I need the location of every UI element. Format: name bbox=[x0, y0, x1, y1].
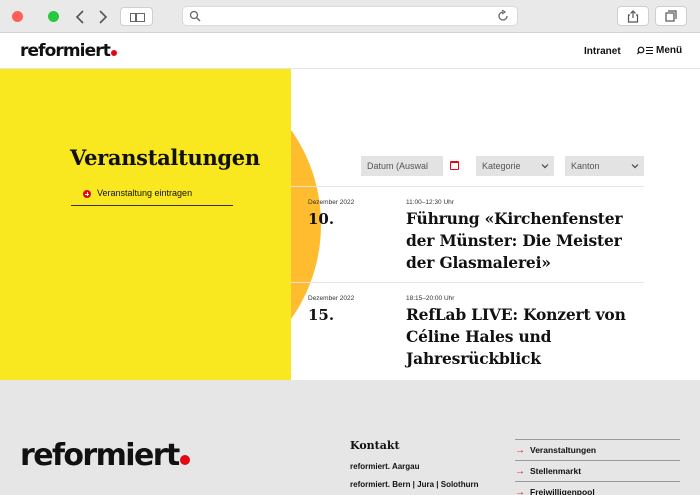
event-item[interactable]: Dezember 2022 15. 18:15–20:00 Uhr RefLab… bbox=[291, 283, 644, 380]
zoom-window-button[interactable] bbox=[48, 11, 59, 22]
menu-button[interactable]: Menü bbox=[637, 45, 682, 56]
contact-link-aargau[interactable]: reformiert. Aargau bbox=[350, 462, 420, 471]
close-window-button[interactable] bbox=[12, 11, 23, 22]
chevron-left-icon bbox=[75, 10, 84, 24]
footer-logo[interactable]: reformiert bbox=[20, 438, 190, 473]
sidebar-icon bbox=[130, 13, 145, 22]
share-icon bbox=[627, 9, 639, 23]
search-menu-icon bbox=[637, 46, 653, 55]
chevron-down-icon bbox=[541, 164, 549, 169]
event-item[interactable]: Dezember 2022 10. 11:00–12:30 Uhr Führun… bbox=[291, 187, 644, 283]
category-select[interactable]: Kategorie bbox=[476, 156, 554, 176]
event-day: 10. bbox=[308, 210, 335, 228]
category-select-label: Kategorie bbox=[482, 161, 521, 171]
share-button[interactable] bbox=[617, 6, 649, 26]
event-time: 11:00–12:30 Uhr bbox=[406, 199, 454, 206]
event-title[interactable]: RefLab LIVE: Konzert von Céline Hales un… bbox=[406, 304, 641, 370]
back-button[interactable] bbox=[71, 8, 89, 26]
address-bar[interactable] bbox=[182, 6, 518, 26]
arrow-right-icon: → bbox=[515, 465, 525, 477]
search-icon bbox=[189, 10, 201, 22]
footer-link-events[interactable]: → Veranstaltungen bbox=[515, 439, 680, 460]
add-event-label: Veranstaltung eintragen bbox=[97, 188, 193, 198]
tabs-overview-button[interactable] bbox=[655, 6, 687, 26]
sidebar-toggle-button[interactable] bbox=[120, 7, 153, 26]
contact-link-bern[interactable]: reformiert. Bern | Jura | Solothurn bbox=[350, 480, 479, 489]
footer-link-label: Freiwilligenpool bbox=[530, 487, 595, 495]
tabs-icon bbox=[665, 10, 677, 22]
arrow-right-icon: → bbox=[515, 486, 525, 495]
canton-select[interactable]: Kanton bbox=[565, 156, 644, 176]
event-month: Dezember 2022 bbox=[308, 295, 355, 302]
title-panel: Veranstaltungen Veranstaltung eintragen bbox=[0, 69, 291, 380]
footer-links: → Veranstaltungen → Stellenmarkt → Freiwill… bbox=[515, 439, 680, 495]
forward-button[interactable] bbox=[94, 8, 112, 26]
footer-logo-text: reformiert bbox=[20, 438, 180, 473]
calendar-icon[interactable] bbox=[450, 161, 459, 170]
canton-select-label: Kanton bbox=[571, 161, 600, 171]
event-time: 18:15–20:00 Uhr bbox=[406, 295, 455, 302]
add-event-link[interactable]: Veranstaltung eintragen bbox=[71, 188, 233, 206]
date-filter-placeholder: Datum (Auswal bbox=[367, 161, 429, 171]
date-filter-input[interactable]: Datum (Auswal bbox=[361, 156, 443, 176]
site-logo[interactable]: reformiert bbox=[20, 41, 117, 61]
event-day: 15. bbox=[308, 306, 335, 324]
footer-link-jobs[interactable]: → Stellenmarkt bbox=[515, 460, 680, 481]
footer-link-label: Stellenmarkt bbox=[530, 466, 582, 476]
reload-icon[interactable] bbox=[497, 10, 509, 22]
logo-text: reformiert bbox=[20, 41, 111, 61]
arrow-right-icon: → bbox=[515, 444, 525, 456]
intranet-link[interactable]: Intranet bbox=[584, 46, 621, 57]
footer-link-label: Veranstaltungen bbox=[530, 445, 597, 455]
event-month: Dezember 2022 bbox=[308, 199, 355, 206]
logo-dot bbox=[179, 455, 190, 465]
page-title: Veranstaltungen bbox=[70, 145, 260, 170]
chevron-right-icon bbox=[99, 10, 108, 24]
footer-link-volunteers[interactable]: → Freiwilligenpool bbox=[515, 481, 680, 495]
contact-title: Kontakt bbox=[350, 439, 400, 452]
plus-circle-icon bbox=[83, 190, 91, 198]
browser-toolbar bbox=[0, 0, 700, 380]
menu-label: Menü bbox=[656, 45, 683, 56]
chevron-down-icon bbox=[631, 164, 639, 169]
site-footer: reformiert Kontakt reformiert. Aargau re… bbox=[0, 380, 700, 495]
site-header: reformiert Intranet Menü bbox=[0, 33, 700, 69]
event-title[interactable]: Führung «Kirchenfenster der Münster: Die… bbox=[406, 208, 641, 274]
logo-dot bbox=[110, 50, 117, 56]
